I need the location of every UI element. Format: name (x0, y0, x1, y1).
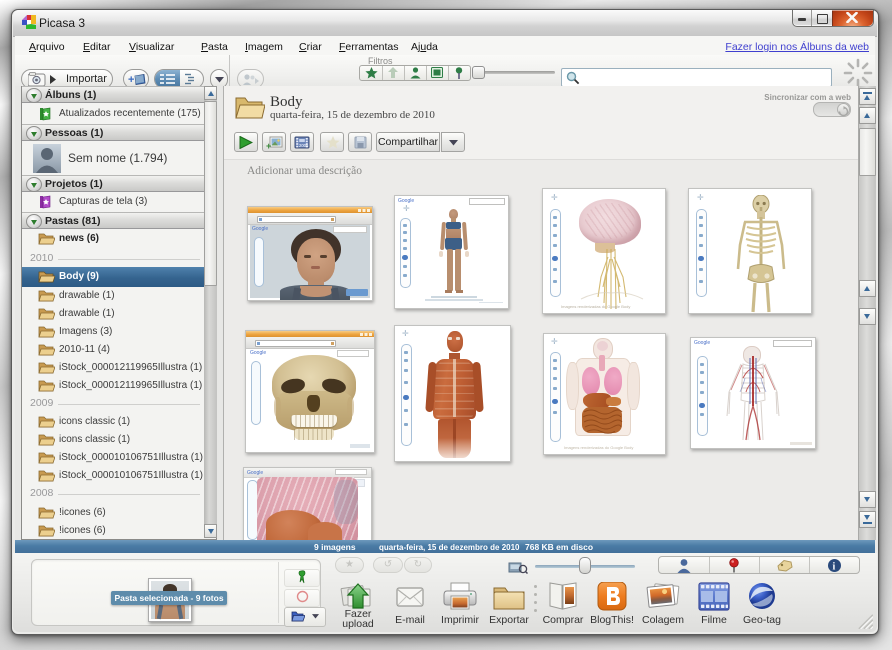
svg-text:+: + (128, 74, 134, 86)
svg-text:+: + (266, 141, 271, 150)
svg-text:i: i (832, 562, 835, 573)
svg-text:2005: 2005 (299, 143, 309, 148)
